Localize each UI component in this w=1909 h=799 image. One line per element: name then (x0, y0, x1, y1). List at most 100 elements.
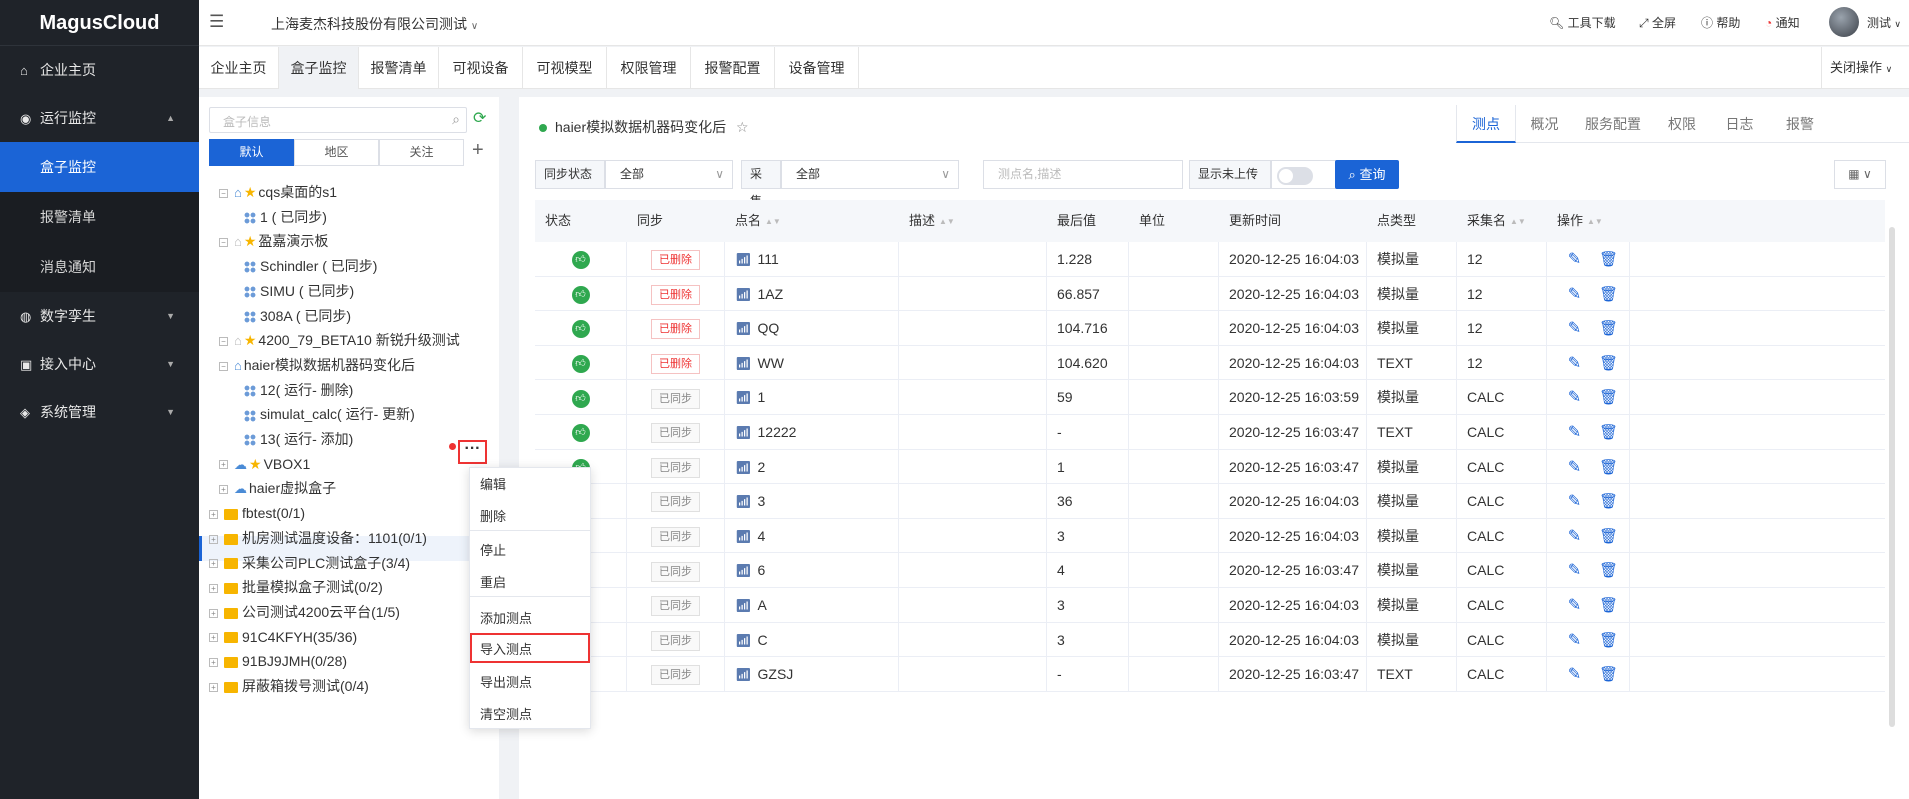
panel-tab-1[interactable]: 概况 (1516, 105, 1573, 143)
collapse-icon[interactable]: − (219, 188, 228, 198)
table-scrollbar[interactable] (1889, 227, 1895, 727)
table-row[interactable]: 👍︎已同步📶︎C32020-12-25 16:04:03模拟量CALC✎🗑︎ (535, 622, 1885, 658)
panel-tab-2[interactable]: 服务配置 (1573, 105, 1653, 143)
tree-node[interactable]: SIMU ( 已同步) (244, 279, 354, 303)
sidebar-item-2[interactable]: 盒子监控 (0, 142, 199, 192)
tree-node[interactable]: + ☁ ★ VBOX1 (219, 452, 310, 476)
table-row[interactable]: 👍︎ 已删除 📶︎ WW 104.620 2020-12-25 16:04:03 TEXT 1… (535, 345, 1885, 381)
tree-node[interactable]: − ⌂ ★ 4200_79_BETA10 新锐升级测试 (219, 328, 460, 352)
tab-1[interactable]: 盒子监控 (279, 47, 359, 89)
sidebar-item-1[interactable]: ◉ 运行监控 ▲ (0, 94, 199, 142)
edit-icon[interactable]: ✎ (1568, 562, 1581, 579)
query-button[interactable]: ⌕ 查询 (1335, 160, 1399, 189)
edit-icon[interactable]: ✎ (1568, 424, 1581, 441)
table-row[interactable]: 👍︎已同步📶︎432020-12-25 16:04:03模拟量CALC✎🗑︎ (535, 518, 1885, 554)
refresh-icon[interactable]: ⟳ (473, 108, 486, 128)
user-menu[interactable]: 测试 ∨ (1867, 14, 1901, 31)
table-row[interactable]: 👍︎已同步📶︎GZSJ-2020-12-25 16:03:47TEXTCALC✎… (535, 657, 1885, 692)
star-icon[interactable]: ★ (244, 233, 257, 249)
star-icon[interactable]: ☆ (736, 119, 749, 135)
trash-icon[interactable]: 🗑︎ (1599, 389, 1618, 406)
column-header[interactable]: 点名 ▲▼ (735, 200, 781, 242)
tab-4[interactable]: 可视模型 (523, 47, 607, 89)
company-selector[interactable]: 上海麦杰科技股份有限公司测试 ∨ (271, 14, 478, 34)
collapse-icon[interactable]: − (219, 336, 228, 346)
tab-2[interactable]: 报警清单 (359, 47, 439, 89)
edit-icon[interactable]: ✎ (1568, 632, 1581, 649)
context-menu-item[interactable]: 停止 (470, 536, 590, 566)
table-row[interactable]: 👍︎ 已同步 📶︎ 1 59 2020-12-25 16:03:59 模拟量 CALC ✎ 🗑︎ (535, 380, 1885, 415)
avatar[interactable] (1829, 7, 1859, 37)
sidebar-item-4[interactable]: 消息通知 (0, 242, 199, 292)
sidebar-item-6[interactable]: ▣ 接入中心 ▼ (0, 340, 199, 388)
tree-node[interactable]: 13( 运行- 添加) (244, 427, 353, 451)
collect-select[interactable]: 全部 ∨ (781, 160, 959, 189)
edit-icon[interactable]: ✎ (1568, 493, 1581, 510)
add-icon[interactable]: + (472, 139, 484, 162)
tree-node[interactable]: simulat_calc( 运行- 更新) (244, 402, 415, 426)
context-menu-item[interactable]: 编辑 (470, 470, 590, 500)
panel-tab-0[interactable]: 测点 (1456, 105, 1516, 143)
tree-node[interactable]: + ☁ haier虚拟盒子 (219, 476, 336, 500)
table-row[interactable]: 👍︎已同步📶︎A32020-12-25 16:04:03模拟量CALC✎🗑︎ (535, 587, 1885, 623)
tree-node[interactable]: − ⌂ ★ cqs桌面的s1 (219, 180, 337, 204)
tree-node[interactable]: +91BJ9JMH(0/28) (209, 649, 347, 673)
trash-icon[interactable]: 🗑︎ (1599, 666, 1618, 683)
star-icon[interactable]: ★ (249, 456, 262, 472)
expand-icon[interactable]: + (209, 682, 218, 692)
trash-icon[interactable]: 🗑︎ (1599, 251, 1618, 268)
sort-icon[interactable]: ▲▼ (1587, 217, 1603, 226)
context-menu-item[interactable]: 重启 (470, 568, 590, 598)
tab-0[interactable]: 企业主页 (199, 47, 279, 89)
point-search-input[interactable]: 测点名,描述 (983, 160, 1183, 189)
edit-icon[interactable]: ✎ (1568, 666, 1581, 683)
column-settings-button[interactable]: ▦ ∨ (1834, 160, 1886, 189)
tab-5[interactable]: 权限管理 (607, 47, 691, 89)
edit-icon[interactable]: ✎ (1568, 389, 1581, 406)
panel-tab-5[interactable]: 报警 (1768, 105, 1832, 143)
tree-node[interactable]: +91C4KFYH(35/36) (209, 625, 357, 649)
notify-link[interactable]: ◔ 通知 (1765, 14, 1800, 31)
tree-node[interactable]: 12( 运行- 删除) (244, 378, 353, 402)
tools-download-link[interactable]: 🔍︎ 工具下载 (1549, 14, 1616, 31)
panel-tab-3[interactable]: 权限 (1653, 105, 1711, 143)
expand-icon[interactable]: + (209, 658, 218, 668)
tree-node[interactable]: Schindler ( 已同步) (244, 254, 377, 278)
trash-icon[interactable]: 🗑︎ (1599, 355, 1618, 372)
tab-7[interactable]: 设备管理 (775, 47, 859, 89)
edit-icon[interactable]: ✎ (1568, 286, 1581, 303)
trash-icon[interactable]: 🗑︎ (1599, 424, 1618, 441)
panel-tab-4[interactable]: 日志 (1711, 105, 1768, 143)
collapse-icon[interactable]: − (219, 361, 228, 371)
tree-node[interactable]: 1 ( 已同步) (244, 205, 327, 229)
collapse-icon[interactable]: + (219, 460, 228, 470)
sort-icon[interactable]: ▲▼ (765, 217, 781, 226)
tree-tab-follow[interactable]: 关注 (379, 139, 464, 166)
collapse-icon[interactable]: − (219, 238, 228, 248)
tree-node[interactable]: + 屏蔽箱拨号测试(0/4) (209, 674, 369, 698)
tree-tab-default[interactable]: 默认 (209, 139, 294, 166)
expand-icon[interactable]: + (209, 509, 218, 519)
trash-icon[interactable]: 🗑︎ (1599, 286, 1618, 303)
edit-icon[interactable]: ✎ (1568, 355, 1581, 372)
trash-icon[interactable]: 🗑︎ (1599, 493, 1618, 510)
fullscreen-link[interactable]: ⤢ 全屏 (1639, 14, 1676, 31)
trash-icon[interactable]: 🗑︎ (1599, 528, 1618, 545)
column-header[interactable]: 操作 ▲▼ (1557, 200, 1603, 242)
expand-icon[interactable]: + (209, 633, 218, 643)
expand-icon[interactable]: + (209, 559, 218, 569)
menu-toggle-icon[interactable]: ☰ (209, 12, 224, 32)
table-row[interactable]: 👍︎ 已删除 📶︎ 1AZ 66.857 2020-12-25 16:04:03 模拟量 12… (535, 276, 1885, 312)
edit-icon[interactable]: ✎ (1568, 528, 1581, 545)
context-menu-item[interactable]: 删除 (470, 502, 590, 532)
edit-icon[interactable]: ✎ (1568, 597, 1581, 614)
context-menu-item[interactable]: 导出测点 (470, 668, 590, 698)
help-link[interactable]: ⓘ 帮助 (1701, 14, 1740, 31)
collapse-icon[interactable]: + (219, 485, 228, 495)
tab-6[interactable]: 报警配置 (691, 47, 775, 89)
column-header[interactable]: 描述 ▲▼ (909, 200, 955, 242)
tree-node[interactable]: 308A ( 已同步) (244, 304, 351, 328)
expand-icon[interactable]: + (209, 583, 218, 593)
table-row[interactable]: 👍︎已同步📶︎3362020-12-25 16:04:03模拟量CALC✎🗑︎ (535, 484, 1885, 519)
close-operations-dropdown[interactable]: 关闭操作 ∨ (1821, 47, 1909, 89)
